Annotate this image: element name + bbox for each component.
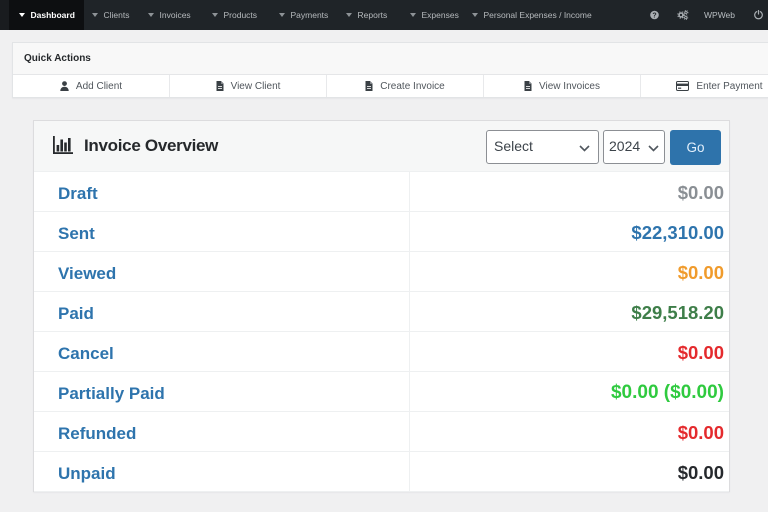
svg-text:?: ? — [652, 13, 656, 20]
